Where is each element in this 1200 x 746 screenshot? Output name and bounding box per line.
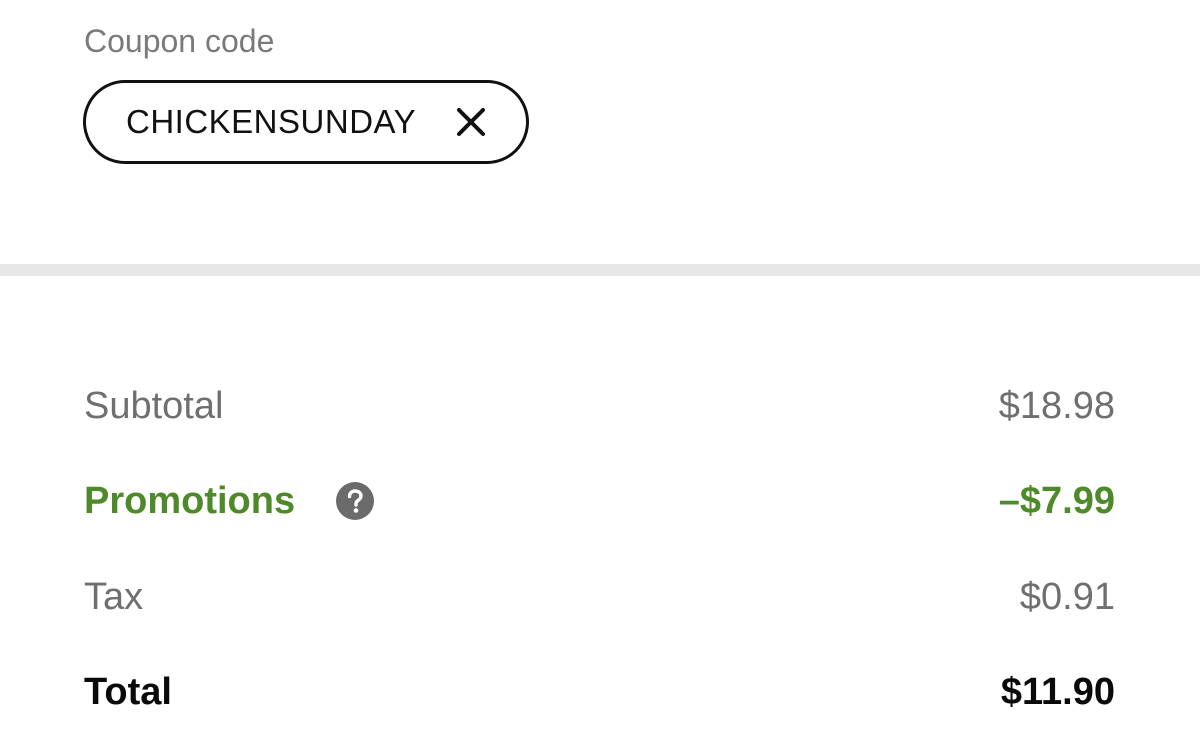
close-icon[interactable] xyxy=(454,105,488,139)
question-circle-icon[interactable] xyxy=(335,481,375,521)
promotions-label: Promotions xyxy=(84,480,296,522)
tax-row: Tax $0.91 xyxy=(84,572,1115,622)
tax-value: $0.91 xyxy=(1019,576,1115,618)
subtotal-row: Subtotal $18.98 xyxy=(84,381,1115,431)
coupon-code-value: CHICKENSUNDAY xyxy=(126,103,417,140)
applied-coupon-chip: CHICKENSUNDAY xyxy=(83,80,529,164)
section-divider xyxy=(0,264,1200,276)
subtotal-label: Subtotal xyxy=(84,385,224,427)
promotions-label-group: Promotions xyxy=(84,476,375,526)
tax-label: Tax xyxy=(84,576,144,618)
promotions-value: –$7.99 xyxy=(998,480,1115,522)
total-label: Total xyxy=(84,671,172,713)
subtotal-value: $18.98 xyxy=(998,385,1115,427)
promotions-row: Promotions –$7.99 xyxy=(84,476,1115,526)
coupon-code-label: Coupon code xyxy=(84,23,275,59)
total-row: Total $11.90 xyxy=(84,667,1115,717)
order-summary: Subtotal $18.98 Promotions –$7.99 Tax $0… xyxy=(0,276,1200,746)
coupon-section: Coupon code CHICKENSUNDAY xyxy=(0,0,1200,264)
total-value: $11.90 xyxy=(1000,671,1115,713)
